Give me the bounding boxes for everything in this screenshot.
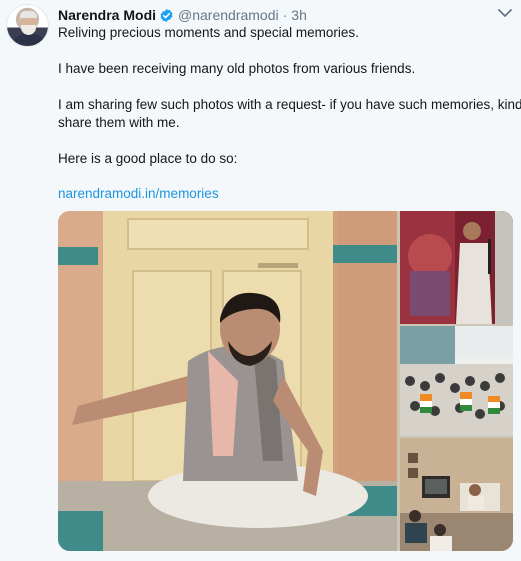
- tweet-text-line: share them with me.: [58, 115, 180, 130]
- chevron-down-icon[interactable]: [497, 7, 513, 19]
- photo-2[interactable]: [400, 211, 513, 324]
- photo-3-illustration: [400, 326, 513, 436]
- verified-badge-icon: [160, 8, 173, 22]
- photo-1-illustration: [58, 211, 397, 551]
- header-separator: ·: [282, 7, 288, 23]
- tweet-text-line: Here is a good place to do so:: [58, 151, 238, 166]
- photo-3[interactable]: [400, 326, 513, 436]
- tweet-card[interactable]: Narendra Modi @narendramodi · 3h Relivin…: [0, 0, 521, 561]
- photo-4-illustration: [400, 438, 513, 551]
- author-avatar[interactable]: [6, 4, 49, 47]
- tweet-text-line: Reliving precious moments and special me…: [58, 25, 359, 40]
- photo-2-illustration: [400, 211, 513, 324]
- author-name[interactable]: Narendra Modi: [58, 7, 156, 23]
- photo-4[interactable]: [400, 438, 513, 551]
- tweet-timestamp[interactable]: 3h: [291, 7, 307, 23]
- avatar-hair: [20, 11, 37, 18]
- avatar-body: [11, 34, 46, 46]
- memories-link[interactable]: narendramodi.in/memories: [58, 185, 219, 203]
- photo-1[interactable]: [58, 211, 397, 551]
- tweet-text-line: I have been receiving many old photos fr…: [58, 61, 416, 76]
- tweet-text-line: I am sharing few such photos with a requ…: [58, 97, 521, 112]
- photo-grid: [58, 211, 513, 551]
- author-handle[interactable]: @narendramodi: [178, 7, 279, 23]
- tweet-header: Narendra Modi @narendramodi · 3h: [58, 6, 307, 24]
